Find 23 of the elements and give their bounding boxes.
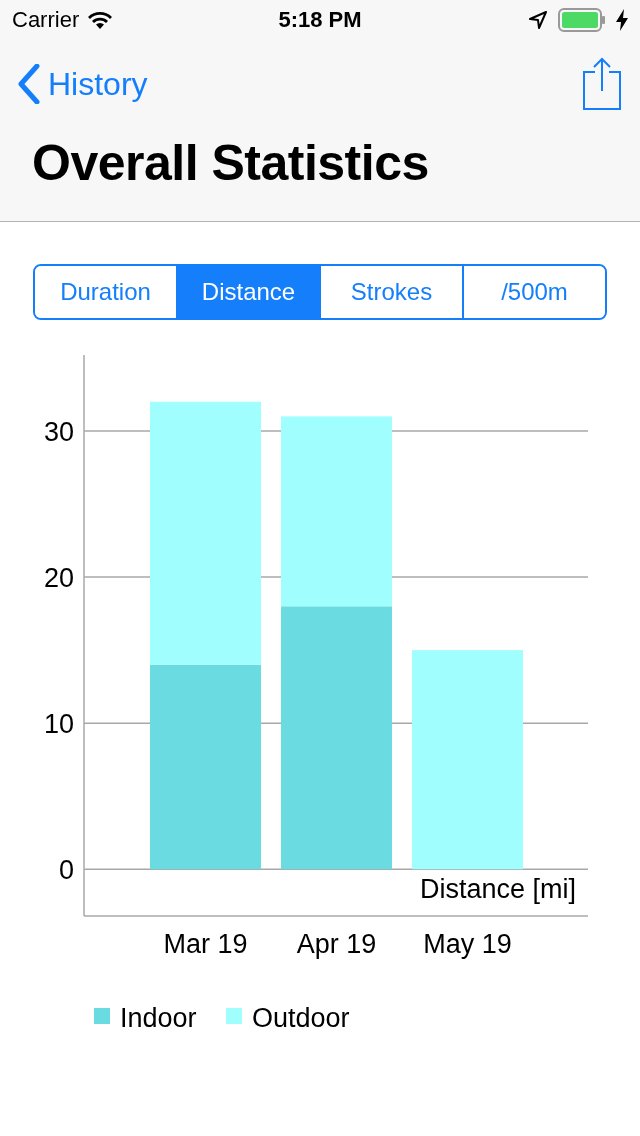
page-title: Overall Statistics xyxy=(31,134,430,192)
charging-bolt-icon xyxy=(616,9,628,31)
chevron-left-icon xyxy=(18,64,40,104)
x-tick-label: Apr 19 xyxy=(296,929,377,959)
y-tick-label: 10 xyxy=(43,709,74,740)
segment-tab[interactable]: Distance xyxy=(176,266,319,318)
carrier-label: Carrier xyxy=(12,7,80,33)
x-tick-label: Mar 19 xyxy=(163,929,248,959)
y-tick-label: 0 xyxy=(58,855,74,886)
back-button[interactable]: History xyxy=(18,64,148,104)
y-tick-label: 30 xyxy=(43,416,74,447)
segment-tab[interactable]: /500m xyxy=(462,266,605,318)
location-arrow-icon xyxy=(528,10,548,30)
share-button[interactable] xyxy=(582,57,622,111)
wifi-icon xyxy=(87,10,114,30)
y-tick-label: 20 xyxy=(43,563,74,594)
x-axis-label: Distance [mi] xyxy=(419,874,576,904)
legend-label: Indoor xyxy=(120,1003,197,1033)
x-tick-label: May 19 xyxy=(423,929,512,959)
battery-icon xyxy=(558,8,606,32)
share-icon xyxy=(582,57,622,111)
legend-label: Outdoor xyxy=(252,1003,350,1033)
clock-time: 5:18 PM xyxy=(278,7,362,33)
